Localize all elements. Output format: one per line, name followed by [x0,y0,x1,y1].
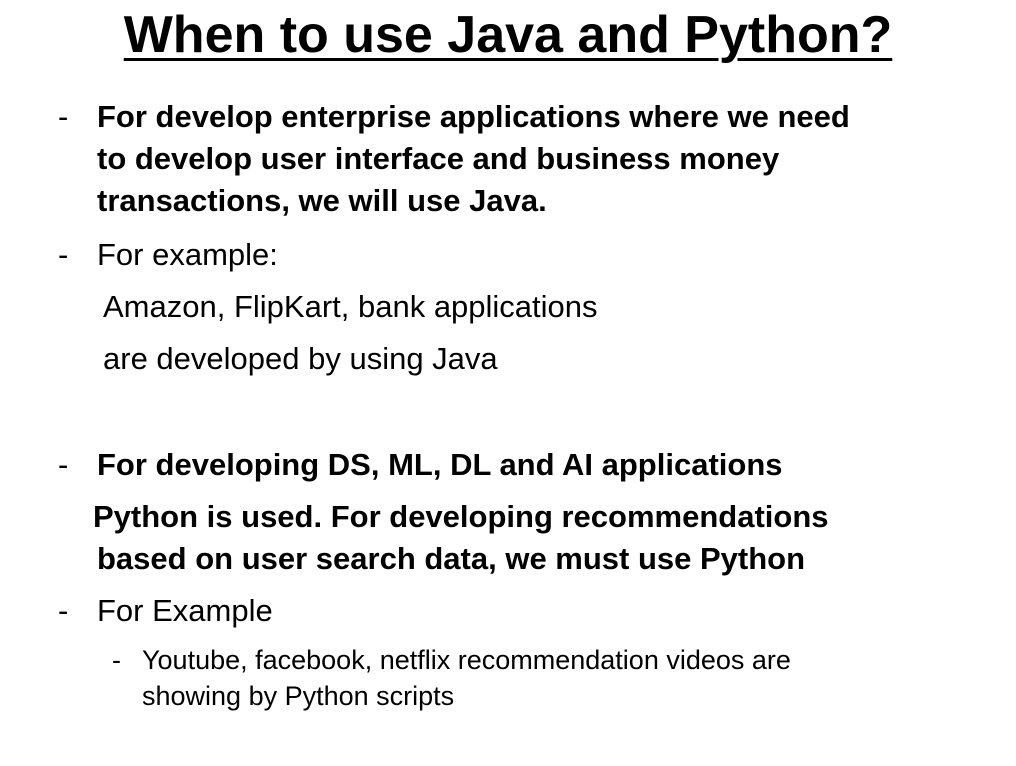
bullet-marker: - [58,99,69,134]
bullet-marker: - [58,237,69,272]
sub-bullet-1-line-2: showing by Python scripts [142,681,455,711]
bullet-2-line-3: are developed by using Java [103,341,498,376]
bullet-4-line-1: For Example [97,593,273,628]
slide-title: When to use Java and Python? [123,6,893,64]
bullet-2-line-2: Amazon, FlipKart, bank applications [103,289,598,324]
bullet-3-line-1: For developing DS, ML, DL and AI applica… [97,447,783,482]
bullet-1-line-2: to develop user interface and business m… [97,141,780,176]
sub-bullet-marker: - [112,645,121,675]
sub-bullet-1-line-1: Youtube, facebook, netflix recommendatio… [142,645,791,675]
bullet-1-line-3: transactions, we will use Java. [97,183,547,218]
bullet-3-line-2: Python is used. For developing recommend… [93,499,829,534]
bullet-marker: - [58,593,69,628]
bullet-3-line-3: based on user search data, we must use P… [97,541,806,576]
bullet-marker: - [58,447,69,482]
slide: When to use Java and Python? - For devel… [0,0,1016,766]
bullet-2-line-1: For example: [97,237,278,272]
bullet-1-line-1: For develop enterprise applications wher… [97,99,850,134]
